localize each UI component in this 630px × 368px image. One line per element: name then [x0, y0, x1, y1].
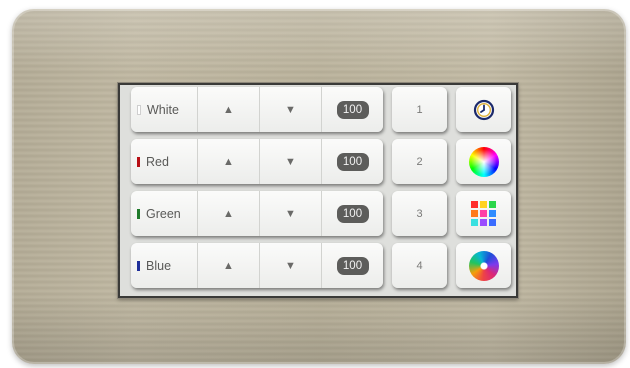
channel-row-blue: Blue ▲ ▼ 100 [131, 243, 383, 288]
color-wheel-mode-button[interactable] [456, 139, 511, 184]
color-swirl-mode-button[interactable] [456, 243, 511, 288]
red-value: 100 [336, 152, 369, 171]
color-grid-icon [471, 201, 496, 226]
color-swirl-icon [468, 250, 499, 281]
color-grid-cell [471, 219, 478, 226]
preset-3-button[interactable]: 3 [392, 191, 447, 236]
channel-label-red: Red [131, 139, 197, 184]
channel-name: Green [146, 206, 181, 221]
channel-row-red: Red ▲ ▼ 100 [131, 139, 383, 184]
red-down-button[interactable]: ▼ [259, 139, 321, 184]
color-grid-cell [480, 219, 487, 226]
preset-1-button[interactable]: 1 [392, 87, 447, 132]
red-swatch [137, 156, 140, 167]
color-grid-mode-button[interactable] [456, 191, 511, 236]
touch-screen: White ▲ ▼ 100 Red ▲ ▼ 100 Green ▲ ▼ 100 [118, 83, 518, 298]
blue-up-button[interactable]: ▲ [197, 243, 259, 288]
color-grid-cell [489, 210, 496, 217]
blue-down-button[interactable]: ▼ [259, 243, 321, 288]
color-wheel-icon [468, 146, 499, 177]
color-grid-cell [471, 210, 478, 217]
channel-name: White [147, 102, 179, 117]
channel-name: Blue [146, 258, 172, 273]
color-grid-cell [480, 201, 487, 208]
channel-name: Red [146, 154, 169, 169]
white-swatch [137, 104, 141, 115]
white-up-button[interactable]: ▲ [197, 87, 259, 132]
channel-label-blue: Blue [131, 243, 197, 288]
clock-icon [473, 99, 494, 120]
blue-value: 100 [336, 256, 369, 275]
color-grid-cell [489, 219, 496, 226]
color-grid-cell [471, 201, 478, 208]
blue-value-cell: 100 [321, 243, 383, 288]
channel-row-white: White ▲ ▼ 100 [131, 87, 383, 132]
green-swatch [137, 208, 140, 219]
green-value: 100 [336, 204, 369, 223]
blue-swatch [137, 260, 140, 271]
red-value-cell: 100 [321, 139, 383, 184]
channel-row-green: Green ▲ ▼ 100 [131, 191, 383, 236]
green-up-button[interactable]: ▲ [197, 191, 259, 236]
color-grid-cell [480, 210, 487, 217]
color-grid-cell [489, 201, 496, 208]
clock-mode-button[interactable] [456, 87, 511, 132]
white-value-cell: 100 [321, 87, 383, 132]
red-up-button[interactable]: ▲ [197, 139, 259, 184]
white-value: 100 [336, 100, 369, 119]
preset-4-button[interactable]: 4 [392, 243, 447, 288]
green-value-cell: 100 [321, 191, 383, 236]
preset-2-button[interactable]: 2 [392, 139, 447, 184]
channel-label-green: Green [131, 191, 197, 236]
green-down-button[interactable]: ▼ [259, 191, 321, 236]
channel-label-white: White [131, 87, 197, 132]
white-down-button[interactable]: ▼ [259, 87, 321, 132]
